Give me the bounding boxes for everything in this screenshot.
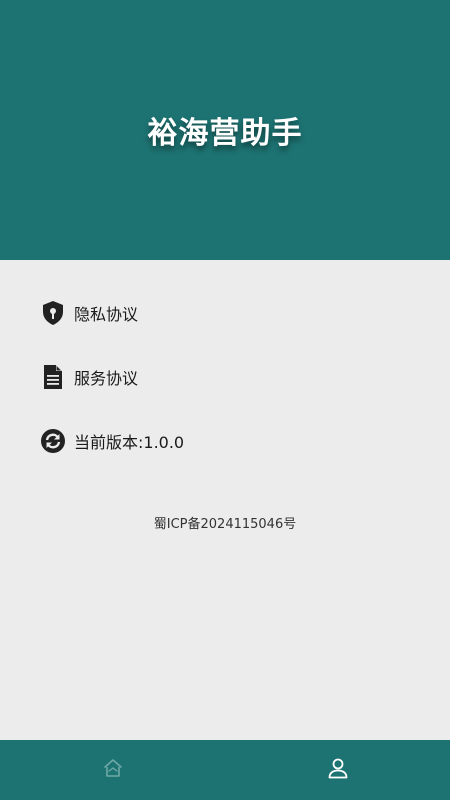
user-icon xyxy=(327,757,349,783)
bottom-tab-bar xyxy=(0,740,450,800)
document-icon xyxy=(40,363,66,391)
shield-key-icon xyxy=(40,299,66,327)
tab-profile[interactable] xyxy=(225,740,450,800)
main-content: 隐私协议 服务协议 当前版本:1.0.0 蜀ICP备2024115046号 xyxy=(0,260,450,740)
refresh-icon xyxy=(40,427,66,455)
service-agreement-item[interactable]: 服务协议 xyxy=(40,362,138,392)
privacy-policy-label: 隐私协议 xyxy=(74,305,139,324)
home-icon xyxy=(102,757,124,783)
app-title: 裕海营助手 xyxy=(147,116,303,151)
icp-record[interactable]: 蜀ICP备2024115046号 xyxy=(0,513,450,532)
tab-home[interactable] xyxy=(0,740,225,800)
header-banner: 裕海营助手 xyxy=(0,0,450,260)
service-agreement-label: 服务协议 xyxy=(74,369,139,388)
version-label: 当前版本:1.0.0 xyxy=(74,433,185,452)
privacy-policy-item[interactable]: 隐私协议 xyxy=(40,298,138,328)
version-item[interactable]: 当前版本:1.0.0 xyxy=(40,426,184,456)
